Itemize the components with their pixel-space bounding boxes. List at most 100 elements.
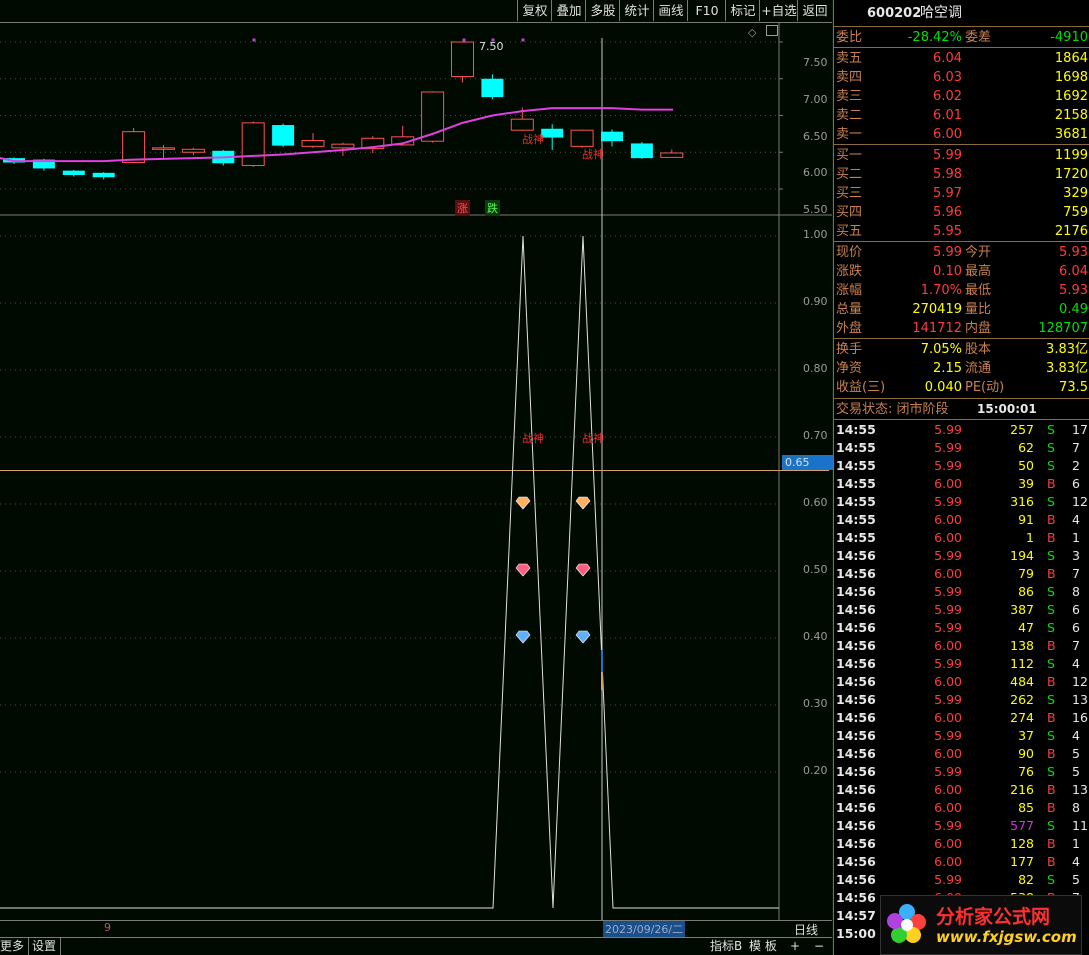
tick-volume: 484 [1010,674,1034,689]
chart-panel[interactable]: 复权 叠加 多股 统计 画线 F10 标记 +自选 返回 7.50 7.00 6.5… [0,0,833,955]
tick-volume: 76 [1018,764,1034,779]
quote-value-2: 5.93 [1059,245,1088,260]
ask-price: 6.00 [933,127,962,142]
tick-time: 14:56 [836,836,876,851]
die-badge: 跌 [485,200,500,216]
ask-price: 6.04 [933,51,962,66]
tick-time: 14:56 [836,638,876,653]
tick-side: S [1047,458,1055,473]
tick-price: 5.99 [934,602,962,617]
period-label[interactable]: 日线 [794,921,818,938]
tick-volume: 112 [1010,656,1034,671]
tick-row: 14:56 5.99 82 S 5 [834,871,1089,889]
ask-label: 卖四 [836,70,863,85]
candle-body [510,118,534,131]
bid-volume: 759 [1063,205,1088,220]
indicator-axis-label: 0.60 [803,496,828,509]
indicator-axis-label: 0.40 [803,630,828,643]
tick-row: 14:55 6.00 39 B 6 [834,475,1089,493]
tick-price: 6.00 [934,674,962,689]
tick-time: 14:56 [836,890,876,905]
tick-time: 14:56 [836,854,876,869]
tick-time: 14:55 [836,458,876,473]
settings-button[interactable]: 设置 [32,937,61,955]
tick-price: 5.99 [934,620,962,635]
bid-price: 5.99 [933,148,962,163]
price-axis-label: 7.00 [803,92,828,106]
zhanshen-ind-label-2: 战神 [582,432,604,445]
quote-row: 涨幅 1.70% 最低 5.93 [834,281,1089,300]
tick-volume: 37 [1018,728,1034,743]
ask-volume: 1864 [1054,51,1088,66]
window-toggle-icon[interactable] [766,25,778,36]
tick-volume: 62 [1018,440,1034,455]
tick-count: 13 [1072,782,1088,797]
tick-price: 5.99 [934,584,962,599]
tick-volume: 274 [1010,710,1034,725]
tick-count: 8 [1072,584,1080,599]
kline-chart[interactable] [0,22,832,920]
watermark-logo: 分析家公式网 www.fxjgsw.com [880,895,1082,955]
candle-body [331,143,355,149]
ask-label: 卖二 [836,108,863,123]
quote-row: 外盘 141712 内盘 128707 [834,319,1089,338]
price-axis-label: 7.50 [803,56,828,69]
tick-side: B [1047,476,1056,491]
gem-icon [575,563,591,577]
watermark-url: www.fxjgsw.com [936,928,1077,946]
diamond-icon[interactable]: ◇ [748,26,756,39]
tick-row: 14:56 6.00 90 B 5 [834,745,1089,763]
draw-line-button[interactable]: 画线 [653,0,688,21]
tick-volume: 82 [1018,872,1034,887]
fuquan-button[interactable]: 复权 [517,0,552,21]
candle-body [570,129,594,147]
tick-count: 6 [1072,476,1080,491]
quote-label-2: 最高 [965,264,992,279]
fundamental-label-2: 股本 [965,342,992,357]
overlay-button[interactable]: 叠加 [551,0,586,21]
zoom-in-button[interactable]: + [790,937,800,955]
tick-price: 5.99 [934,494,962,509]
add-watchlist-button[interactable]: +自选 [759,0,798,21]
tick-volume: 177 [1010,854,1034,869]
tick-volume: 39 [1018,476,1034,491]
ask-label: 卖一 [836,127,863,142]
tick-row: 14:56 6.00 128 B 1 [834,835,1089,853]
tick-time: 14:55 [836,530,876,545]
back-button[interactable]: 返回 [797,0,832,21]
tick-count: 7 [1072,440,1080,455]
tick-count: 4 [1072,656,1080,671]
tick-count: 6 [1072,620,1080,635]
tick-price: 6.00 [934,782,962,797]
gem-icon [575,496,591,510]
fundamental-row: 收益(三) 0.040 PE(动) 73.5 [834,378,1089,397]
tick-row: 14:56 5.99 387 S 6 [834,601,1089,619]
indicator-b-button[interactable]: 指标B [710,937,742,955]
zoom-out-button[interactable]: − [814,937,824,955]
tick-row: 14:55 6.00 1 B 1 [834,529,1089,547]
indicator-axis-label: 0.80 [803,362,828,375]
quote-label: 现价 [836,245,863,260]
tick-side: S [1047,692,1055,707]
tick-count: 2 [1072,458,1080,473]
f10-button[interactable]: F10 [687,0,726,21]
tick-volume: 577 [1010,818,1034,833]
tick-price: 6.00 [934,566,962,581]
tick-volume: 387 [1010,602,1034,617]
tick-price: 5.99 [934,548,962,563]
weicha-value: -4910 [1050,30,1088,45]
tick-time: 14:56 [836,800,876,815]
tick-row: 14:56 5.99 47 S 6 [834,619,1089,637]
tick-side: S [1047,494,1055,509]
mark-button[interactable]: 标记 [725,0,760,21]
multi-stock-button[interactable]: 多股 [585,0,620,21]
more-button[interactable]: 更多 [0,937,29,955]
tick-time: 14:55 [836,476,876,491]
tick-row: 14:56 6.00 274 B 16 [834,709,1089,727]
template-button[interactable]: 模 板 [749,937,777,955]
bid-row: 买四 5.96 759 [834,203,1089,222]
fundamental-label-2: 流通 [965,361,992,376]
stats-button[interactable]: 统计 [619,0,654,21]
gem-icon [515,496,531,510]
quote-label-2: 内盘 [965,321,992,336]
